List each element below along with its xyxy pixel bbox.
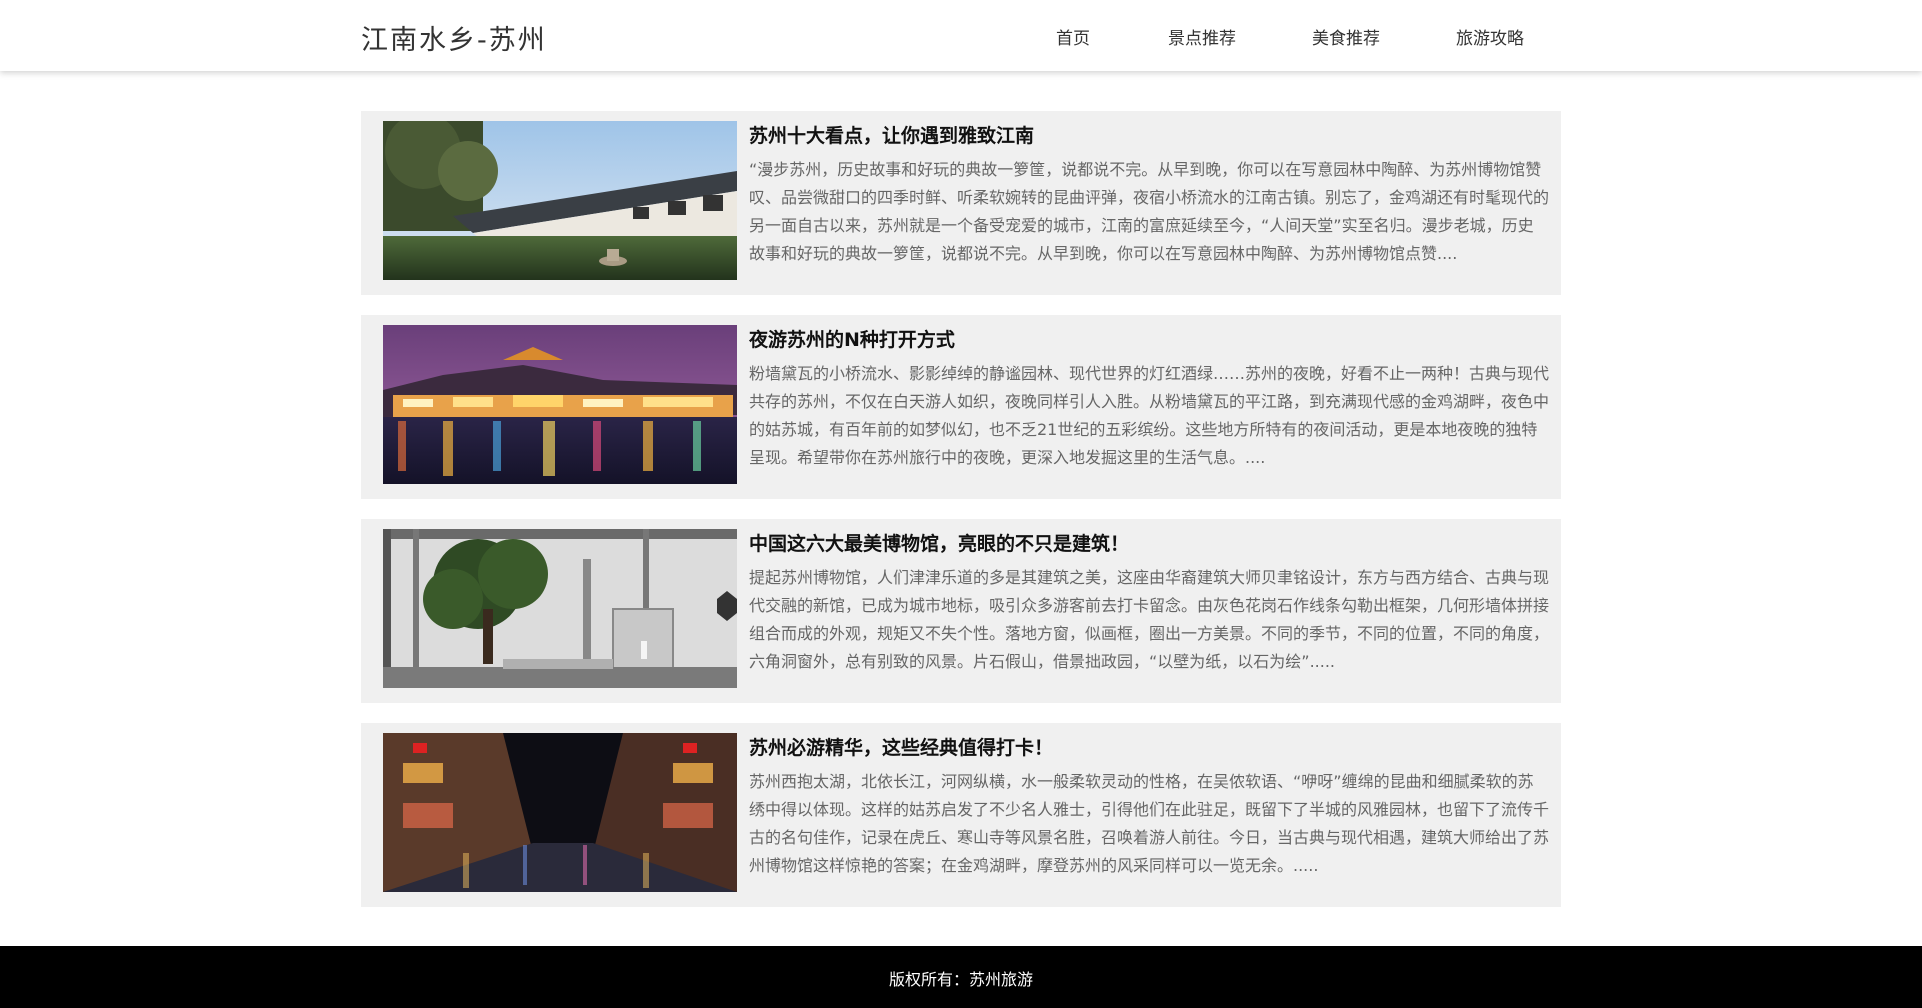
article-title[interactable]: 苏州十大看点，让你遇到雅致江南 [749, 121, 1034, 148]
article-title[interactable]: 夜游苏州的N种打开方式 [749, 325, 955, 352]
article-excerpt: 提起苏州博物馆，人们津津乐道的多是其建筑之美，这座由华裔建筑大师贝聿铭设计，东方… [749, 568, 1550, 671]
article-card[interactable]: 夜游苏州的N种打开方式 粉墙黛瓦的小桥流水、影影绰绰的静谧园林、现代世界的灯红酒… [361, 315, 1561, 499]
museum-tree-photo[interactable] [383, 529, 737, 688]
article-card[interactable]: 中国这六大最美博物馆，亮眼的不只是建筑！ 提起苏州博物馆，人们津津乐道的多是其建… [361, 519, 1561, 703]
copyright-text: 版权所有：苏州旅游 [888, 970, 1033, 989]
nav-item-guide[interactable]: 旅游攻略 [1456, 24, 1524, 49]
site-header: 江南水乡-苏州 首页 景点推荐 美食推荐 旅游攻略 [0, 0, 1922, 71]
site-footer: 版权所有：苏州旅游 [0, 946, 1922, 1008]
article-excerpt: “漫步苏州，历史故事和好玩的典故一箩筐，说都说不完。从早到晚，你可以在写意园林中… [749, 160, 1550, 263]
nav-item-home[interactable]: 首页 [1056, 24, 1090, 49]
article-excerpt: 粉墙黛瓦的小桥流水、影影绰绰的静谧园林、现代世界的灯红酒绿……苏州的夜晚，好看不… [749, 364, 1550, 467]
article-card[interactable]: 苏州必游精华，这些经典值得打卡！ 苏州西抱太湖，北依长江，河网纵横，水一般柔软灵… [361, 723, 1561, 907]
article-title[interactable]: 苏州必游精华，这些经典值得打卡！ [749, 733, 1053, 760]
site-title: 江南水乡-苏州 [361, 25, 547, 56]
main-nav: 首页 景点推荐 美食推荐 旅游攻略 [1020, 24, 1580, 49]
nav-item-food[interactable]: 美食推荐 [1312, 24, 1380, 49]
garden-corridor-photo[interactable] [383, 121, 737, 280]
night-street-photo[interactable] [383, 733, 737, 892]
night-waterfront-photo[interactable] [383, 325, 737, 484]
article-title[interactable]: 中国这六大最美博物馆，亮眼的不只是建筑！ [749, 529, 1129, 556]
article-excerpt: 苏州西抱太湖，北依长江，河网纵横，水一般柔软灵动的性格，在吴侬软语、“咿呀”缠绵… [749, 772, 1550, 875]
nav-item-attractions[interactable]: 景点推荐 [1168, 24, 1236, 49]
article-card[interactable]: 苏州十大看点，让你遇到雅致江南 “漫步苏州，历史故事和好玩的典故一箩筐，说都说不… [361, 111, 1561, 295]
